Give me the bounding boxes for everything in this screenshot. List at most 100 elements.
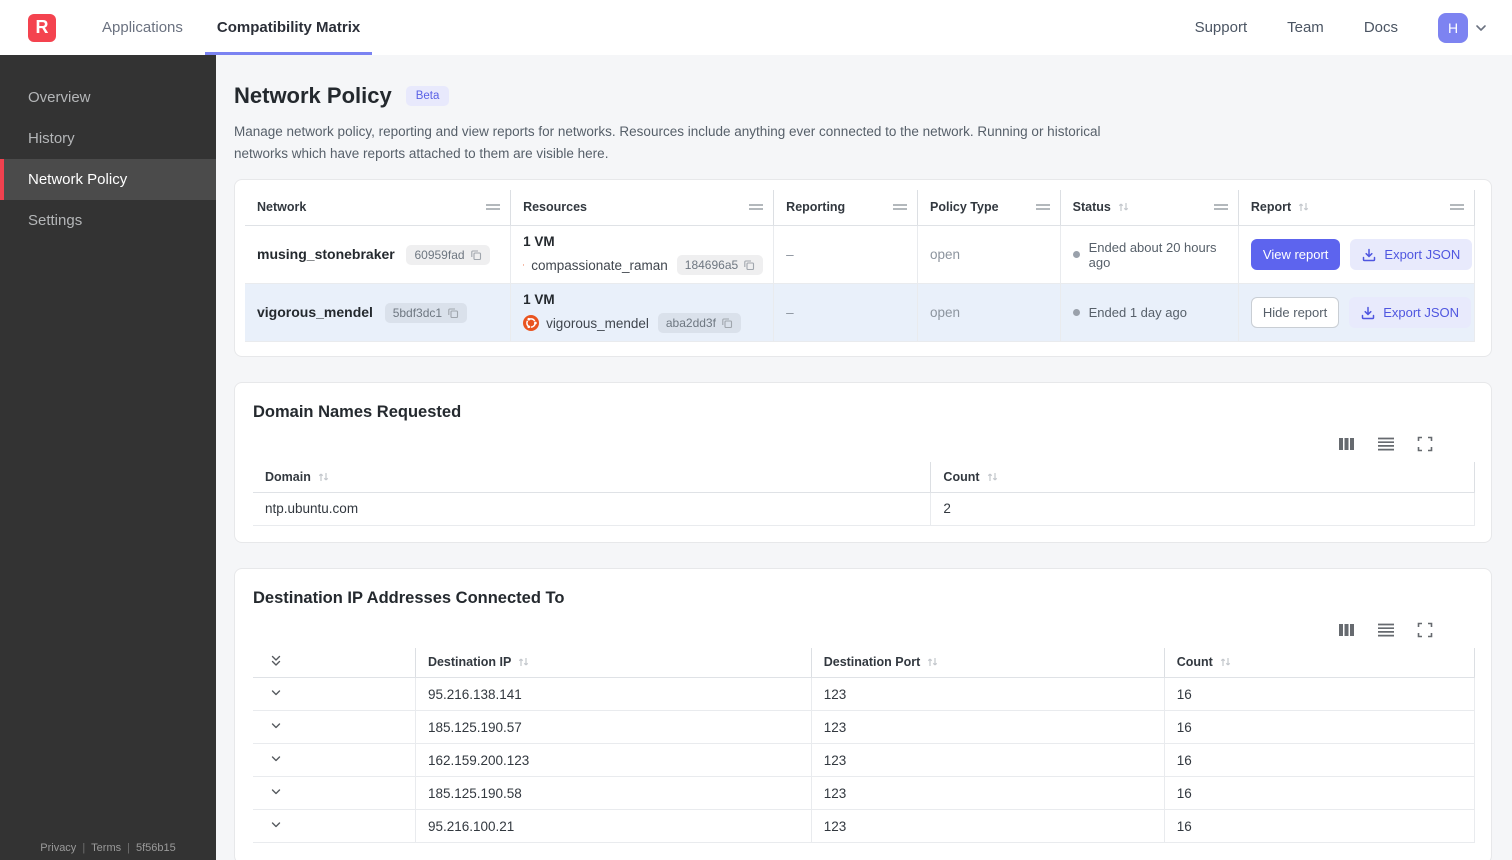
column-handle-icon[interactable] [1035,200,1050,214]
col-destination-port[interactable]: Destination Port [810,647,1165,679]
sort-icon[interactable] [517,656,530,668]
avatar[interactable]: H [1438,12,1468,43]
networks-card: Network Resources Reporting Policy Type … [234,178,1492,358]
col-resources[interactable]: Resources [510,189,775,227]
chevron-down-icon[interactable] [1474,21,1488,35]
double-chevron-down-icon[interactable] [269,654,283,668]
resource-id-pill[interactable]: 184696a5 [676,255,764,276]
copy-icon[interactable] [447,307,459,319]
support-link[interactable]: Support [1195,19,1248,36]
tab-applications[interactable]: Applications [90,0,195,55]
columns-icon[interactable] [1338,622,1355,638]
col-policy-type[interactable]: Policy Type [917,189,1061,227]
fullscreen-icon[interactable] [1417,436,1433,452]
domain-cell: ntp.ubuntu.com [253,492,932,526]
vm-count: 1 VM [523,292,555,308]
sort-icon[interactable] [317,471,330,483]
destination-row: 162.159.200.123 123 16 [253,743,1476,778]
destination-port-cell: 123 [810,743,1165,778]
row-density-icon[interactable] [1377,622,1395,638]
expand-row-cell[interactable] [253,776,416,811]
export-json-button[interactable]: Export JSON [1349,297,1472,329]
expand-row-cell[interactable] [253,710,416,745]
hide-report-button[interactable]: Hide report [1250,297,1340,329]
team-link[interactable]: Team [1287,19,1324,36]
columns-icon[interactable] [1338,436,1355,452]
copy-icon[interactable] [721,317,733,329]
resource-name: vigorous_mendel [546,315,649,331]
active-tab-indicator [204,52,373,55]
count-cell: 16 [1163,710,1476,745]
status-cell: Ended 1 day ago [1060,283,1239,343]
sort-icon[interactable] [1117,201,1130,213]
destination-ip-cell: 162.159.200.123 [414,743,812,778]
destination-row: 95.216.138.141 123 16 [253,677,1476,712]
copy-icon[interactable] [743,259,755,271]
sidebar-item-settings[interactable]: Settings [0,200,216,241]
sort-icon[interactable] [986,471,999,483]
resource-id-pill[interactable]: aba2dd3f [657,313,741,334]
sidebar-item-network-policy[interactable]: Network Policy [0,159,216,200]
view-report-button[interactable]: View report [1250,239,1341,271]
column-handle-icon[interactable] [486,200,501,214]
column-handle-icon[interactable] [749,200,764,214]
tab-compatibility-matrix[interactable]: Compatibility Matrix [204,0,373,55]
primary-tabs: Applications Compatibility Matrix [90,0,382,55]
network-name-cell: musing_stonebraker 60959fad [245,225,512,285]
report-cell: View report Export JSON [1238,225,1476,285]
col-status[interactable]: Status [1060,189,1239,227]
destinations-table: Destination IP Destination Port Count 95… [253,647,1476,844]
expand-row-cell[interactable] [253,743,416,778]
sort-icon[interactable] [1297,201,1310,213]
app-logo[interactable]: R [28,13,56,42]
col-report[interactable]: Report [1238,189,1476,227]
destinations-card: Destination IP Addresses Connected To De… [234,567,1492,860]
expand-row-cell[interactable] [253,809,416,844]
sidebar-item-history[interactable]: History [0,118,216,159]
chevron-down-icon[interactable] [269,785,283,799]
column-handle-icon[interactable] [1450,200,1464,214]
docs-link[interactable]: Docs [1364,19,1398,36]
reporting-cell: – [773,283,919,343]
page-title: Network Policy [234,83,392,108]
col-destination-ip[interactable]: Destination IP [414,647,812,679]
download-icon [1363,248,1376,261]
col-expand-all[interactable] [253,647,416,679]
expand-row-cell[interactable] [253,677,416,712]
column-handle-icon[interactable] [893,200,908,214]
chevron-down-icon[interactable] [269,752,283,766]
destination-row: 185.125.190.58 123 16 [253,776,1476,811]
status-cell: Ended about 20 hours ago [1060,225,1239,285]
user-menu[interactable]: H [1438,12,1488,43]
network-row: musing_stonebraker 60959fad 1 VM compass… [245,225,1476,285]
sort-icon[interactable] [1219,656,1232,668]
status-dot-icon [1072,251,1080,259]
domains-header-row: Domain Count [253,462,1475,493]
chevron-down-icon[interactable] [269,686,283,700]
fullscreen-icon[interactable] [1417,622,1433,638]
domains-table: Domain Count ntp.ubuntu.com 2 [253,462,1475,526]
network-id-pill[interactable]: 5bdf3dc1 [384,302,468,323]
col-count[interactable]: Count [930,462,1475,493]
logo-letter: R [35,17,49,37]
chevron-down-icon[interactable] [269,818,283,832]
privacy-link[interactable]: Privacy [40,842,76,854]
chevron-down-icon[interactable] [269,719,283,733]
col-domain[interactable]: Domain [253,462,931,493]
col-reporting[interactable]: Reporting [773,189,919,227]
destination-port-cell: 123 [810,776,1165,811]
destination-ip-cell: 185.125.190.57 [414,710,812,745]
sidebar-item-overview[interactable]: Overview [0,77,216,118]
export-json-button[interactable]: Export JSON [1350,239,1473,271]
col-network[interactable]: Network [245,189,512,227]
policy-type-cell: open [917,283,1061,343]
network-id-pill[interactable]: 60959fad [406,244,490,265]
sort-icon[interactable] [926,656,939,668]
col-count[interactable]: Count [1163,647,1476,679]
row-density-icon[interactable] [1377,436,1395,452]
count-cell: 2 [930,492,1475,526]
terms-link[interactable]: Terms [91,842,121,854]
column-handle-icon[interactable] [1213,200,1228,214]
copy-icon[interactable] [470,249,482,261]
page-description: Manage network policy, reporting and vie… [234,124,1101,161]
